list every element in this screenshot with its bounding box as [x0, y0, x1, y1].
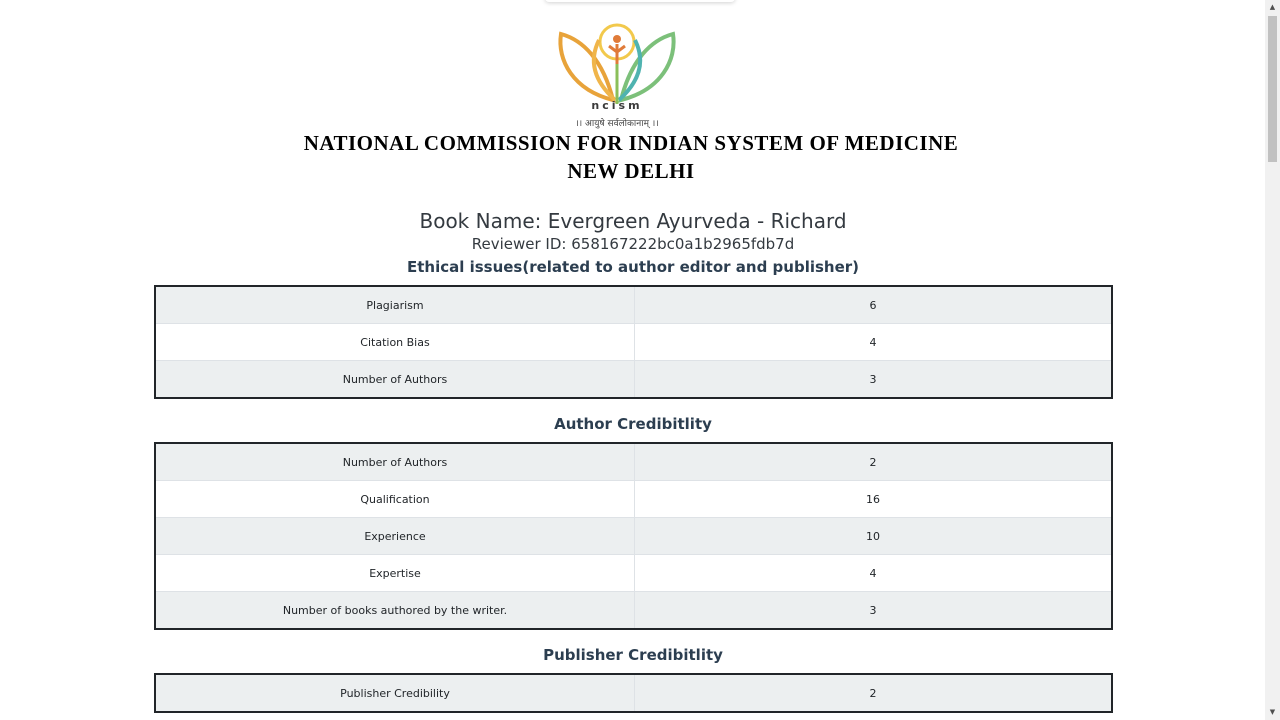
browser-overlay-shadow [545, 0, 735, 2]
criterion-score: 2 [634, 674, 1112, 712]
scroll-down-arrow-icon[interactable]: ▼ [1265, 705, 1280, 720]
criterion-score: 16 [634, 480, 1112, 518]
table-row: Plagiarism 6 [155, 286, 1112, 324]
logo-wordmark: ncism [591, 99, 643, 112]
criterion-score: 3 [634, 591, 1112, 629]
vertical-scrollbar[interactable]: ▲ ▼ [1265, 0, 1280, 720]
criterion-label: Number of Authors [155, 443, 635, 481]
table-row: Citation Bias 4 [155, 323, 1112, 361]
criterion-score: 2 [634, 443, 1112, 481]
section-title-publisher-credibility: Publisher Credibitlity [543, 646, 723, 664]
ncism-logo: ncism ।। आयुषे सर्वलोकानाम् ।। [553, 20, 681, 132]
table-row: Number of books authored by the writer. … [155, 591, 1112, 629]
criterion-score: 4 [634, 554, 1112, 592]
book-name: Book Name: Evergreen Ayurveda - Richard [419, 209, 847, 233]
table-row: Publisher Credibility 2 [155, 674, 1112, 712]
reviewer-id: Reviewer ID: 658167222bc0a1b2965fdb7d [471, 235, 795, 253]
table-row: Number of Authors 3 [155, 360, 1112, 398]
organization-title: NATIONAL COMMISSION FOR INDIAN SYSTEM OF… [303, 131, 959, 155]
ethical-issues-table: Plagiarism 6 Citation Bias 4 Number of A… [154, 285, 1113, 399]
section-title-ethical-issues: Ethical issues(related to author editor … [406, 258, 860, 276]
criterion-label: Expertise [155, 554, 635, 592]
author-credibility-table: Number of Authors 2 Qualification 16 Exp… [154, 442, 1113, 630]
criterion-score: 4 [634, 323, 1112, 361]
table-row: Experience 10 [155, 517, 1112, 555]
logo-motto: ।। आयुषे सर्वलोकानाम् ।। [575, 119, 659, 129]
criterion-score: 6 [634, 286, 1112, 324]
report-page: ncism ।। आयुषे सर्वलोकानाम् ।। NATIONAL … [0, 0, 1265, 720]
criterion-label: Number of books authored by the writer. [155, 591, 635, 629]
scroll-up-arrow-icon[interactable]: ▲ [1265, 0, 1280, 15]
organization-city: NEW DELHI [567, 159, 695, 183]
scrollbar-thumb[interactable] [1268, 16, 1277, 162]
table-row: Number of Authors 2 [155, 443, 1112, 481]
criterion-label: Number of Authors [155, 360, 635, 398]
section-title-author-credibility: Author Credibitlity [554, 415, 712, 433]
logo-emblem-icon [558, 23, 676, 104]
criterion-label: Experience [155, 517, 635, 555]
table-row: Expertise 4 [155, 554, 1112, 592]
criterion-label: Citation Bias [155, 323, 635, 361]
criterion-score: 10 [634, 517, 1112, 555]
criterion-label: Qualification [155, 480, 635, 518]
publisher-credibility-table: Publisher Credibility 2 [154, 673, 1113, 713]
criterion-label: Publisher Credibility [155, 674, 635, 712]
criterion-label: Plagiarism [155, 286, 635, 324]
table-row: Qualification 16 [155, 480, 1112, 518]
criterion-score: 3 [634, 360, 1112, 398]
